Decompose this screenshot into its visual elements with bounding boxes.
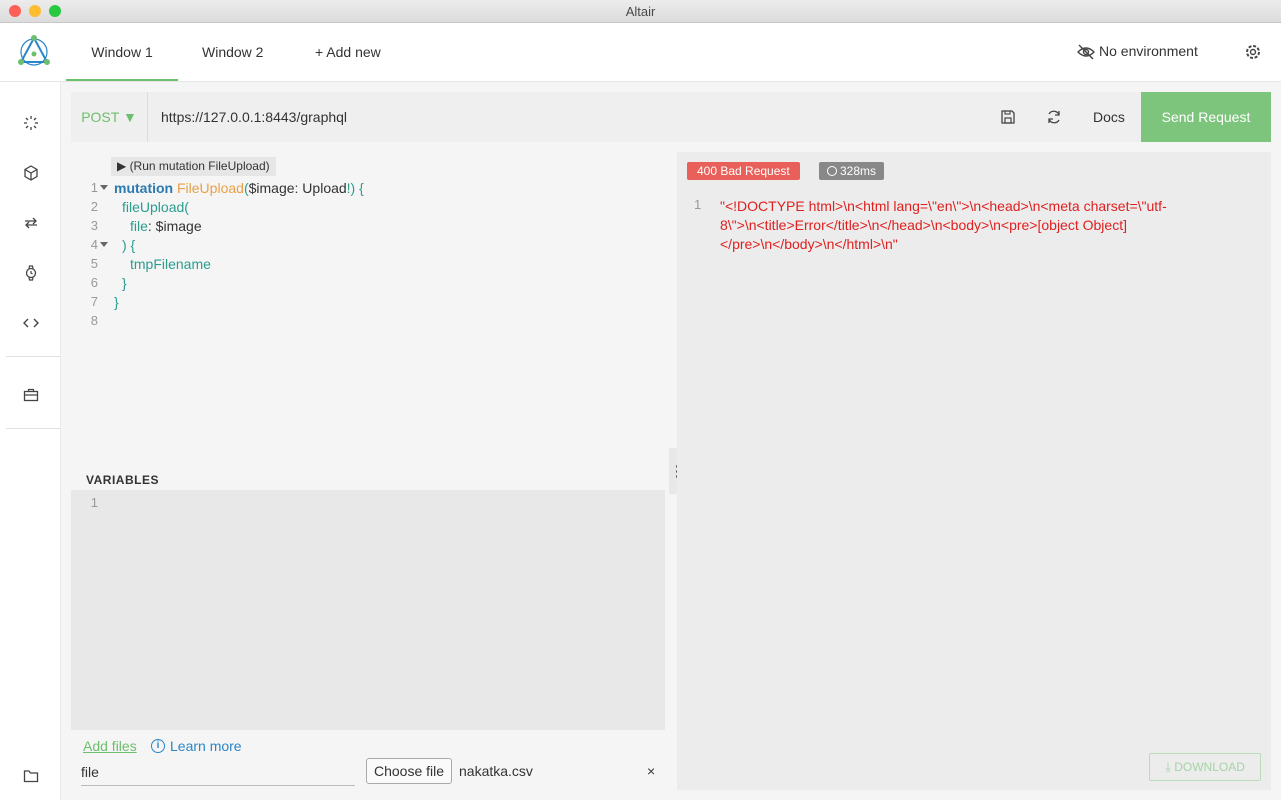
code-line-3: file: $image xyxy=(130,218,202,234)
refresh-icon[interactable] xyxy=(1046,109,1062,125)
docs-button[interactable]: Docs xyxy=(1093,92,1125,142)
line-number: 8 xyxy=(90,313,98,328)
watch-icon[interactable] xyxy=(20,262,42,284)
response-line: </pre>\n</body>\n</html>\n" xyxy=(720,236,898,252)
response-line: 8\">\n<title>Error</title>\n</head>\n<bo… xyxy=(720,217,1127,233)
choose-file-button[interactable]: Choose file xyxy=(366,758,453,784)
cube-icon[interactable] xyxy=(20,162,42,184)
line-number: 2 xyxy=(90,199,98,214)
response-line: "<!DOCTYPE html>\n<html lang=\"en\">\n<h… xyxy=(720,198,1167,214)
field-name: file xyxy=(130,218,148,234)
learn-more-link[interactable]: Learn more xyxy=(170,738,242,754)
url-input[interactable]: https://127.0.0.1:8443/graphql xyxy=(161,92,347,142)
settings-gear-icon[interactable] xyxy=(1244,43,1262,61)
clock-icon xyxy=(827,166,837,176)
tab-window-1[interactable]: Window 1 xyxy=(66,23,178,81)
folder-icon[interactable] xyxy=(20,765,42,787)
fold-arrow-icon[interactable] xyxy=(100,242,108,247)
fold-arrow-icon[interactable] xyxy=(100,185,108,190)
download-label: DOWNLOAD xyxy=(1174,760,1245,774)
add-new-tab-button[interactable]: + Add new xyxy=(315,23,381,79)
arguments: $image: Upload xyxy=(248,180,347,196)
window-title: Altair xyxy=(625,4,656,19)
url-bar: POST ▼ https://127.0.0.1:8443/graphql Do… xyxy=(71,92,1271,142)
loading-icon[interactable] xyxy=(20,112,42,134)
send-request-button[interactable]: Send Request xyxy=(1141,92,1271,142)
status-badge: 400 Bad Request xyxy=(687,162,800,180)
code-line-1: mutation FileUpload($image: Upload!) { xyxy=(114,180,364,196)
code-line-7: } xyxy=(114,294,119,310)
run-mutation-button[interactable]: ▶ (Run mutation FileUpload) xyxy=(111,157,276,176)
response-body: "<!DOCTYPE html>\n<html lang=\"en\">\n<h… xyxy=(720,197,1200,254)
environment-selector[interactable]: No environment xyxy=(1099,43,1198,59)
altair-logo-icon[interactable] xyxy=(17,35,51,69)
code-line-6: } xyxy=(122,275,127,291)
code-line-2: fileUpload( xyxy=(122,199,189,215)
eye-off-icon[interactable] xyxy=(1077,43,1095,61)
code-line-5: tmpFilename xyxy=(130,256,211,272)
info-icon: i xyxy=(151,739,165,753)
field-value: : $image xyxy=(147,218,202,234)
sidebar xyxy=(0,82,61,800)
variables-label: VARIABLES xyxy=(86,473,159,487)
line-number: 6 xyxy=(90,275,98,290)
download-icon: ⤓ xyxy=(1165,759,1171,774)
briefcase-icon[interactable] xyxy=(20,384,42,406)
line-number: 1 xyxy=(90,495,98,510)
line-number: 4 xyxy=(90,237,98,252)
line-number: 3 xyxy=(90,218,98,233)
line-number: 7 xyxy=(90,294,98,309)
top-header: Window 1 Window 2 + Add new No environme… xyxy=(0,23,1281,82)
sidebar-divider xyxy=(6,356,60,357)
line-number: 1 xyxy=(694,197,702,212)
keyword: mutation xyxy=(114,180,174,196)
sidebar-divider xyxy=(6,428,60,429)
file-name-input[interactable]: file xyxy=(81,763,355,786)
window-titlebar: Altair xyxy=(0,0,1281,23)
chosen-file-name: nakatka.csv xyxy=(459,763,533,779)
response-time: 328ms xyxy=(840,164,877,178)
remove-file-button[interactable]: × xyxy=(647,763,655,779)
code-icon[interactable] xyxy=(20,312,42,334)
punctuation: !) { xyxy=(346,180,364,196)
operation-name: FileUpload xyxy=(177,180,244,196)
tab-window-2[interactable]: Window 2 xyxy=(202,23,263,79)
save-icon[interactable] xyxy=(1000,109,1016,125)
line-number: 5 xyxy=(90,256,98,271)
repeat-icon[interactable] xyxy=(20,212,42,234)
response-time-badge: 328ms xyxy=(819,162,885,180)
variables-editor[interactable] xyxy=(71,490,665,730)
download-button[interactable]: ⤓ DOWNLOAD xyxy=(1149,753,1261,781)
method-selector[interactable]: POST ▼ xyxy=(71,92,148,142)
add-files-link[interactable]: Add files xyxy=(83,738,137,754)
line-number: 1 xyxy=(90,180,98,195)
code-line-4: ) { xyxy=(122,237,136,253)
